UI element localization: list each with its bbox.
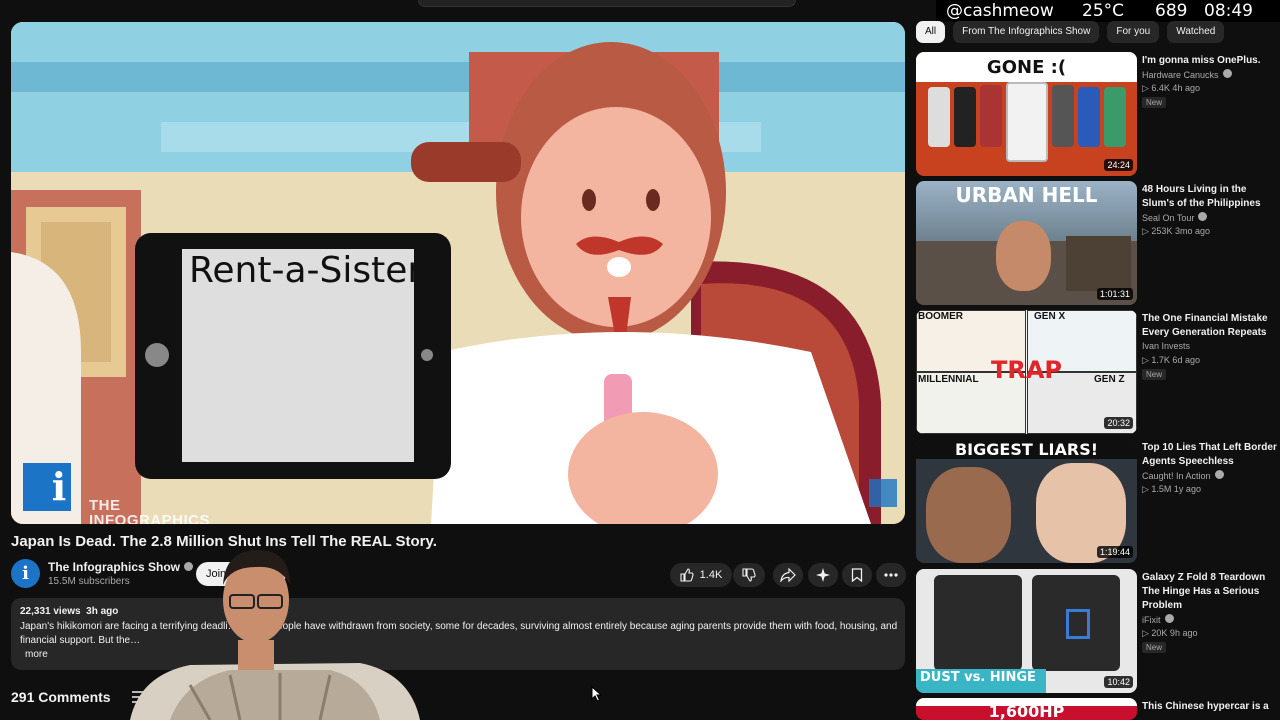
video-player[interactable]: Rent-a-Sister i THE INFOGRAPHICS SHOW [11, 22, 905, 524]
verified-icon [1214, 470, 1224, 479]
sparkle-icon [816, 568, 830, 582]
new-badge: New [1142, 369, 1167, 380]
thumbnail-text: GONE :( [986, 57, 1067, 78]
recommendation-item[interactable]: GONE :( 24:24 I'm gonna miss OnePlus. Ha… [916, 52, 1280, 176]
new-badge: New [1142, 97, 1167, 108]
overlay-handle: @cashmeow [946, 1, 1054, 21]
video-duration: 1:19:44 [1096, 546, 1133, 558]
recommendation-stats: ▷ 1.7K 6d ago [1142, 355, 1200, 365]
channel-label: Hardware Canucks [1142, 70, 1219, 80]
recommendation-item[interactable]: BIGGEST LIARS! 1:19:44 Top 10 Lies That … [916, 439, 1280, 563]
recommendation-channel[interactable]: Caught! In Action [1142, 470, 1224, 481]
thumb-down-icon [742, 568, 756, 582]
overlay-counter: 689 [1155, 1, 1188, 21]
video-thumbnail[interactable]: DUST vs. HINGE 10:42 [916, 569, 1137, 693]
chip-all[interactable]: All [916, 21, 946, 43]
recommendation-title[interactable]: Galaxy Z Fold 8 Teardown The Hinge Has a… [1142, 571, 1277, 613]
channel-avatar[interactable]: i [11, 559, 40, 588]
recommendation-title[interactable]: The One Financial Mistake Every Generati… [1142, 312, 1277, 340]
share-icon [780, 568, 796, 582]
video-frame [11, 22, 905, 524]
new-badge: New [1142, 642, 1167, 653]
channel-watermark: THE INFOGRAPHICS SHOW [89, 497, 211, 524]
verified-icon [1222, 69, 1232, 78]
ask-ai-button[interactable] [808, 563, 838, 587]
recommendation-item[interactable]: URBAN HELL 1:01:31 48 Hours Living in th… [916, 181, 1280, 305]
bookmark-icon [851, 568, 863, 582]
chip-for-you[interactable]: For you [1107, 21, 1160, 43]
video-duration: 20:32 [1104, 417, 1133, 429]
more-actions-button[interactable] [876, 563, 906, 587]
like-count: 1.4K [699, 569, 723, 581]
recommendation-channel[interactable]: Seal On Tour [1142, 212, 1208, 223]
avatar-letter: i [22, 563, 29, 584]
description-more-link[interactable]: more [25, 649, 48, 660]
video-thumbnail[interactable]: 1,600HP [916, 698, 1137, 720]
thumbnail-label: BOOMER [918, 311, 963, 322]
thumbnail-text: DUST vs. HINGE [920, 670, 1036, 685]
recommendation-item[interactable]: DUST vs. HINGE 10:42 Galaxy Z Fold 8 Tea… [916, 569, 1280, 693]
view-count-date: 22,331 views 3h ago [20, 606, 119, 617]
channel-label: Caught! In Action [1142, 471, 1211, 481]
recommendation-title[interactable]: Top 10 Lies That Left Border Agents Spee… [1142, 441, 1277, 469]
thumbnail-text: BIGGEST LIARS! [954, 440, 1099, 459]
overlay-time: 08:49 [1204, 1, 1253, 21]
comments-count: 291 Comments [11, 689, 111, 705]
webcam-overlay [130, 550, 420, 720]
recommendation-stats: ▷ 20K 9h ago [1142, 628, 1198, 638]
recommendation-stats: ▷ 6.4K 4h ago [1142, 83, 1200, 93]
search-bar-edge[interactable] [418, 0, 796, 7]
thumbnail-label: GEN X [1034, 311, 1066, 322]
recommendation-channel[interactable]: Hardware Canucks [1142, 69, 1232, 80]
subscriber-count: 15.5M subscribers [48, 576, 130, 587]
video-duration: 1:01:31 [1096, 288, 1133, 300]
video-duration: 24:24 [1104, 159, 1133, 171]
recommendation-stats: ▷ 1.5M 1y ago [1142, 484, 1201, 494]
recommendation-item[interactable]: 1,600HP This Chinese hypercar is a [916, 698, 1280, 720]
chip-watched[interactable]: Watched [1167, 21, 1225, 43]
recommendation-title[interactable]: This Chinese hypercar is a [1142, 700, 1277, 714]
recommendation-title[interactable]: 48 Hours Living in the Slum's of the Phi… [1142, 183, 1277, 211]
thumbnail-text: TRAP [990, 356, 1062, 384]
video-duration: 10:42 [1104, 676, 1133, 688]
like-button[interactable]: 1.4K [670, 563, 732, 587]
overlay-temperature: 25°C [1082, 1, 1125, 21]
recommendation-channel[interactable]: iFixit [1142, 614, 1174, 625]
channel-label: iFixit [1142, 615, 1161, 625]
more-horizontal-icon [884, 573, 898, 577]
share-button[interactable] [773, 563, 803, 587]
frame-sign-text: Rent-a-Sister [189, 250, 423, 291]
recommendation-item[interactable]: BOOMER GEN X MILLENNIAL GEN Z TRAP 20:32… [916, 310, 1280, 434]
recommendation-stats: ▷ 253K 3mo ago [1142, 226, 1210, 236]
dislike-button[interactable] [733, 563, 765, 587]
save-button[interactable] [842, 563, 872, 587]
video-thumbnail[interactable]: GONE :( 24:24 [916, 52, 1137, 176]
video-thumbnail[interactable]: BOOMER GEN X MILLENNIAL GEN Z TRAP 20:32 [916, 310, 1137, 434]
stream-overlay: @cashmeow 25°C 689 08:49 [936, 0, 1280, 22]
mouse-cursor-icon [591, 686, 603, 702]
thumbnail-text: URBAN HELL [955, 183, 1098, 207]
video-thumbnail[interactable]: BIGGEST LIARS! 1:19:44 [916, 439, 1137, 563]
recommendation-title[interactable]: I'm gonna miss OnePlus. [1142, 54, 1277, 68]
thumb-up-icon [680, 568, 694, 582]
chip-from-channel[interactable]: From The Infographics Show [953, 21, 1100, 43]
channel-label: Seal On Tour [1142, 213, 1195, 223]
verified-icon [1198, 212, 1208, 221]
recommendation-channel[interactable]: Ivan Invests [1142, 341, 1190, 351]
thumbnail-text: 1,600HP [988, 702, 1065, 720]
video-thumbnail[interactable]: URBAN HELL 1:01:31 [916, 181, 1137, 305]
filter-chips: All From The Infographics Show For you W… [916, 21, 1225, 43]
verified-icon [1164, 614, 1174, 623]
watermark-logo: i [51, 464, 67, 509]
